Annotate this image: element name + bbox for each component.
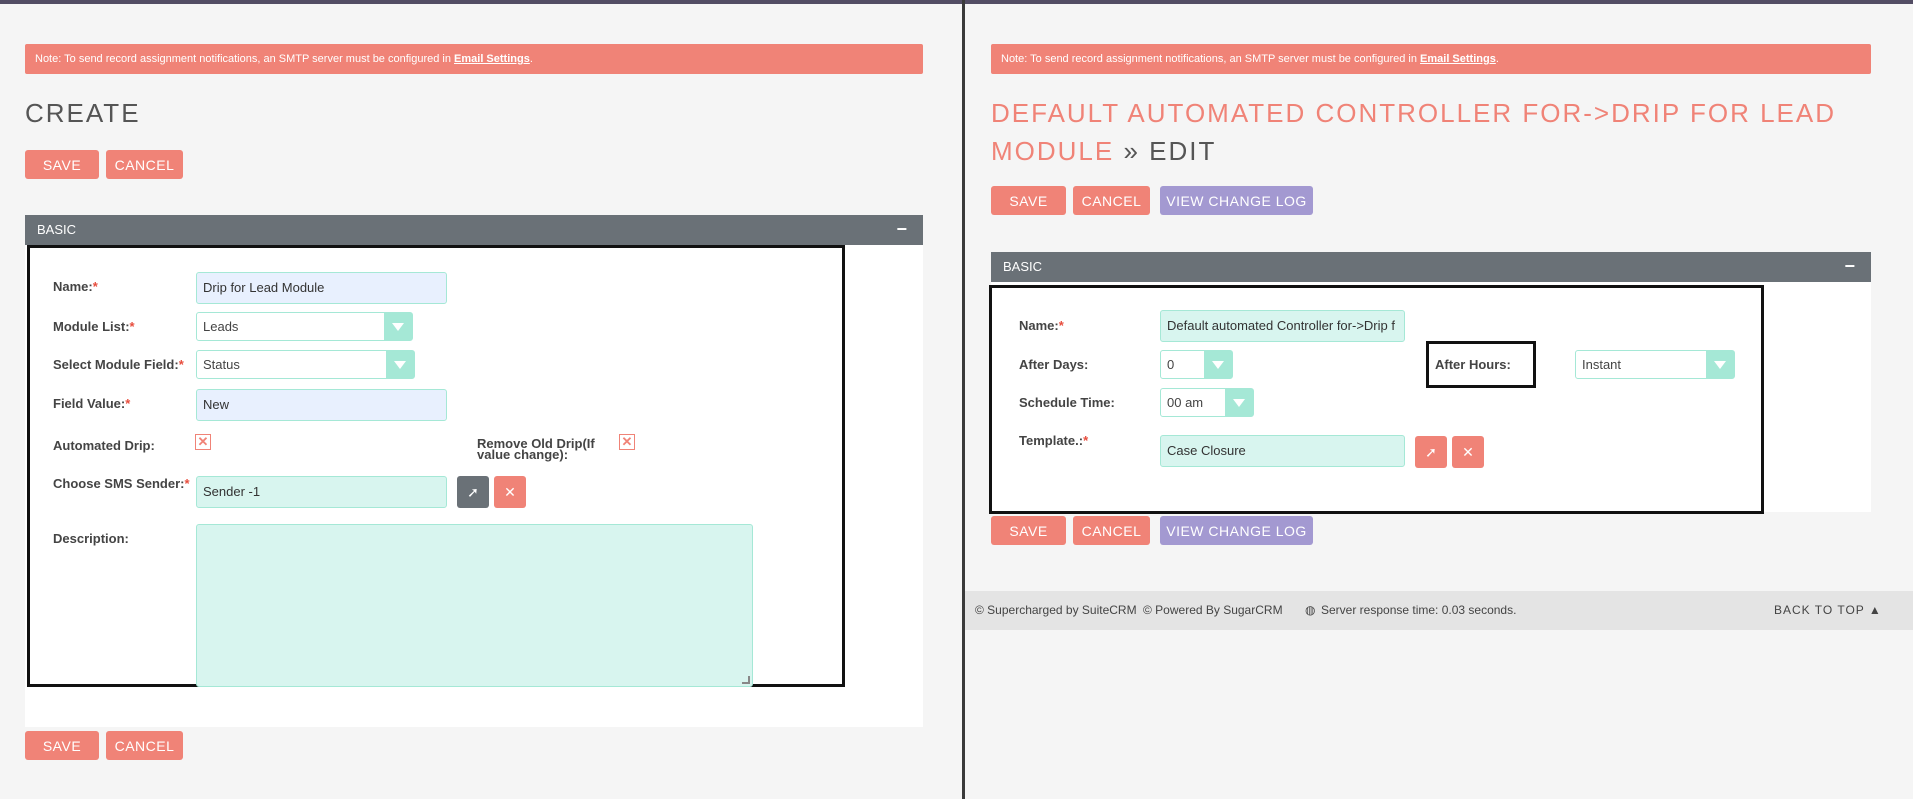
cancel-button-bottom[interactable]: CANCEL (1073, 516, 1150, 545)
checkbox-x-icon: ✕ (621, 434, 633, 449)
panel-header-basic[interactable]: BASIC − (25, 215, 923, 245)
template-label: Template.:* (1019, 433, 1089, 448)
right-pane: Note: To send record assignment notifica… (965, 4, 1913, 799)
checkbox-x-icon: ✕ (197, 434, 209, 449)
description-label: Description: (53, 531, 129, 546)
module-field-label: Select Module Field:* (53, 357, 184, 372)
title-line-1: DEFAULT AUTOMATED CONTROLLER FOR->DRIP F… (991, 98, 1837, 128)
after-hours-select[interactable]: Instant (1575, 350, 1735, 379)
view-change-log-button-bottom[interactable]: VIEW CHANGE LOG (1160, 516, 1313, 545)
dropdown-arrow-icon[interactable] (384, 313, 412, 340)
after-days-value: 0 (1167, 357, 1175, 372)
clear-sender-button[interactable]: ✕ (494, 476, 526, 508)
name-input[interactable]: Default automated Controller for->Drip f (1160, 310, 1405, 342)
after-days-label: After Days: (1019, 357, 1089, 372)
notice-text: Note: To send record assignment notifica… (1001, 53, 1421, 65)
page-title: CREATE (25, 98, 141, 128)
smtp-notice: Note: To send record assignment notifica… (991, 44, 1871, 74)
field-value-input[interactable]: New (196, 389, 447, 421)
panel-title: BASIC (1003, 259, 1043, 274)
notice-text: Note: To send record assignment notifica… (35, 53, 455, 65)
module-field-value: Status (203, 357, 240, 372)
dropdown-arrow-icon[interactable] (386, 351, 414, 378)
panel-header-basic[interactable]: BASIC − (991, 252, 1871, 282)
page-title: DEFAULT AUTOMATED CONTROLLER FOR->DRIP F… (991, 94, 1836, 170)
remove-old-drip-label: Remove Old Drip(If value change): (477, 436, 595, 462)
sms-sender-input[interactable]: Sender -1 (196, 476, 447, 508)
title-line-2: MODULE » EDIT (991, 136, 1217, 166)
footer: © Supercharged by SuiteCRM © Powered By … (965, 591, 1913, 630)
sms-sender-label: Choose SMS Sender:* (53, 476, 190, 491)
template-input[interactable]: Case Closure (1160, 435, 1405, 467)
left-pane: Note: To send record assignment notifica… (0, 4, 962, 799)
notice-tail: . (529, 53, 533, 65)
description-textarea[interactable] (196, 524, 753, 687)
globe-icon: ◍ (1305, 603, 1316, 617)
module-list-select[interactable]: Leads (196, 312, 413, 341)
schedule-time-value: 00 am (1167, 395, 1204, 410)
field-value-label: Field Value:* (53, 396, 131, 411)
automated-drip-checkbox[interactable]: ✕ (195, 434, 211, 450)
name-input[interactable]: Drip for Lead Module (196, 272, 447, 304)
automated-drip-label: Automated Drip: (53, 438, 155, 453)
name-label: Name:* (53, 279, 98, 294)
schedule-time-label: Schedule Time: (1019, 395, 1115, 410)
after-hours-label: After Hours: (1435, 357, 1511, 372)
after-days-select[interactable]: 0 (1160, 350, 1233, 379)
clear-x-icon: ✕ (1462, 444, 1474, 460)
supercharged-link[interactable]: © Supercharged by SuiteCRM (975, 591, 1137, 630)
view-change-log-button[interactable]: VIEW CHANGE LOG (1160, 186, 1313, 215)
save-button-bottom[interactable]: SAVE (25, 731, 99, 760)
powered-link[interactable]: © Powered By SugarCRM (1143, 591, 1283, 630)
email-settings-link[interactable]: Email Settings (1420, 53, 1496, 65)
save-button[interactable]: SAVE (991, 186, 1066, 215)
module-list-label: Module List:* (53, 319, 135, 334)
module-field-select[interactable]: Status (196, 350, 415, 379)
remove-old-drip-checkbox[interactable]: ✕ (619, 434, 635, 450)
dropdown-arrow-icon[interactable] (1706, 351, 1734, 378)
server-response-time: Server response time: 0.03 seconds. (1321, 603, 1517, 617)
cancel-button[interactable]: CANCEL (106, 150, 183, 179)
select-template-button[interactable]: ➚ (1415, 436, 1447, 468)
dropdown-arrow-icon[interactable] (1225, 389, 1253, 416)
back-to-top-link[interactable]: BACK TO TOP ▲ (1774, 591, 1882, 630)
select-arrow-icon: ➚ (467, 484, 479, 500)
dropdown-arrow-icon[interactable] (1204, 351, 1232, 378)
module-list-value: Leads (203, 319, 239, 334)
cancel-button-bottom[interactable]: CANCEL (106, 731, 183, 760)
save-button[interactable]: SAVE (25, 150, 99, 179)
smtp-notice: Note: To send record assignment notifica… (25, 44, 923, 74)
schedule-time-select[interactable]: 00 am (1160, 388, 1254, 417)
cancel-button[interactable]: CANCEL (1073, 186, 1150, 215)
resize-handle[interactable] (742, 676, 750, 684)
email-settings-link[interactable]: Email Settings (454, 53, 530, 65)
clear-x-icon: ✕ (504, 484, 516, 500)
panel-title: BASIC (37, 222, 77, 237)
select-sender-button[interactable]: ➚ (457, 476, 489, 508)
notice-tail: . (1495, 53, 1499, 65)
name-label: Name:* (1019, 318, 1064, 333)
save-button-bottom[interactable]: SAVE (991, 516, 1066, 545)
clear-template-button[interactable]: ✕ (1452, 436, 1484, 468)
select-arrow-icon: ➚ (1425, 444, 1437, 460)
collapse-icon[interactable]: − (896, 215, 907, 243)
after-hours-value: Instant (1582, 357, 1622, 372)
collapse-icon[interactable]: − (1844, 252, 1855, 280)
